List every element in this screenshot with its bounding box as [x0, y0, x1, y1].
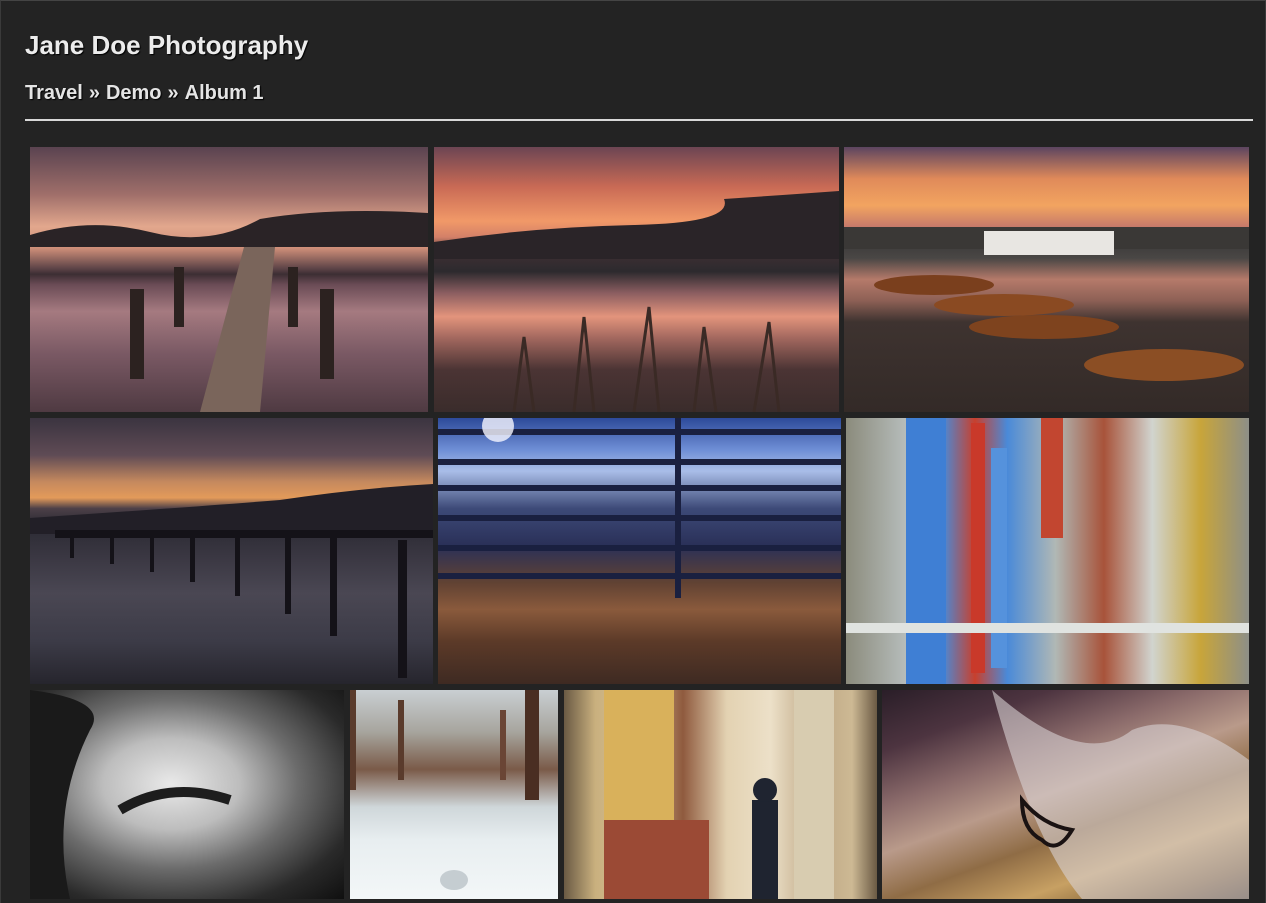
snow-graphic [350, 690, 539, 890]
photo-thumbnail-promenade-railing[interactable] [438, 418, 841, 684]
cat-graphic [30, 690, 232, 899]
photo-thumbnail-arches[interactable] [564, 690, 877, 899]
breadcrumb-current-album: Album 1 [184, 82, 264, 104]
photo-thumbnail-lake-sunset[interactable] [434, 147, 839, 412]
photo-thumbnail-clothespins[interactable] [846, 418, 1249, 684]
railing-graphic [438, 418, 841, 598]
header-divider [25, 119, 1253, 121]
breadcrumb-item-demo[interactable]: Demo [106, 82, 162, 104]
pier-graphic [30, 211, 428, 412]
photo-thumbnail-pier-sunset[interactable] [30, 147, 428, 412]
boats-graphic [844, 227, 1249, 381]
breadcrumb-item-travel[interactable]: Travel [25, 82, 83, 104]
breadcrumb: Travel» Demo» Album 1 [25, 82, 264, 105]
photo-thumbnail-cat[interactable] [30, 690, 344, 899]
arches-graphic [604, 690, 834, 899]
clothespins-graphic [846, 418, 1249, 684]
breadcrumb-separator: » [88, 82, 100, 104]
breadcrumb-separator: » [167, 82, 179, 104]
necklace-graphic [992, 690, 1249, 899]
lake-graphic [434, 191, 839, 412]
jetty-graphic [30, 484, 433, 678]
photo-thumbnail-snowy-path[interactable] [350, 690, 558, 899]
photo-thumbnail-jetty-dusk[interactable] [30, 418, 433, 684]
photo-thumbnail-boats[interactable] [844, 147, 1249, 412]
site-title[interactable]: Jane Doe Photography [25, 30, 308, 61]
photo-thumbnail-necklace[interactable] [882, 690, 1249, 899]
